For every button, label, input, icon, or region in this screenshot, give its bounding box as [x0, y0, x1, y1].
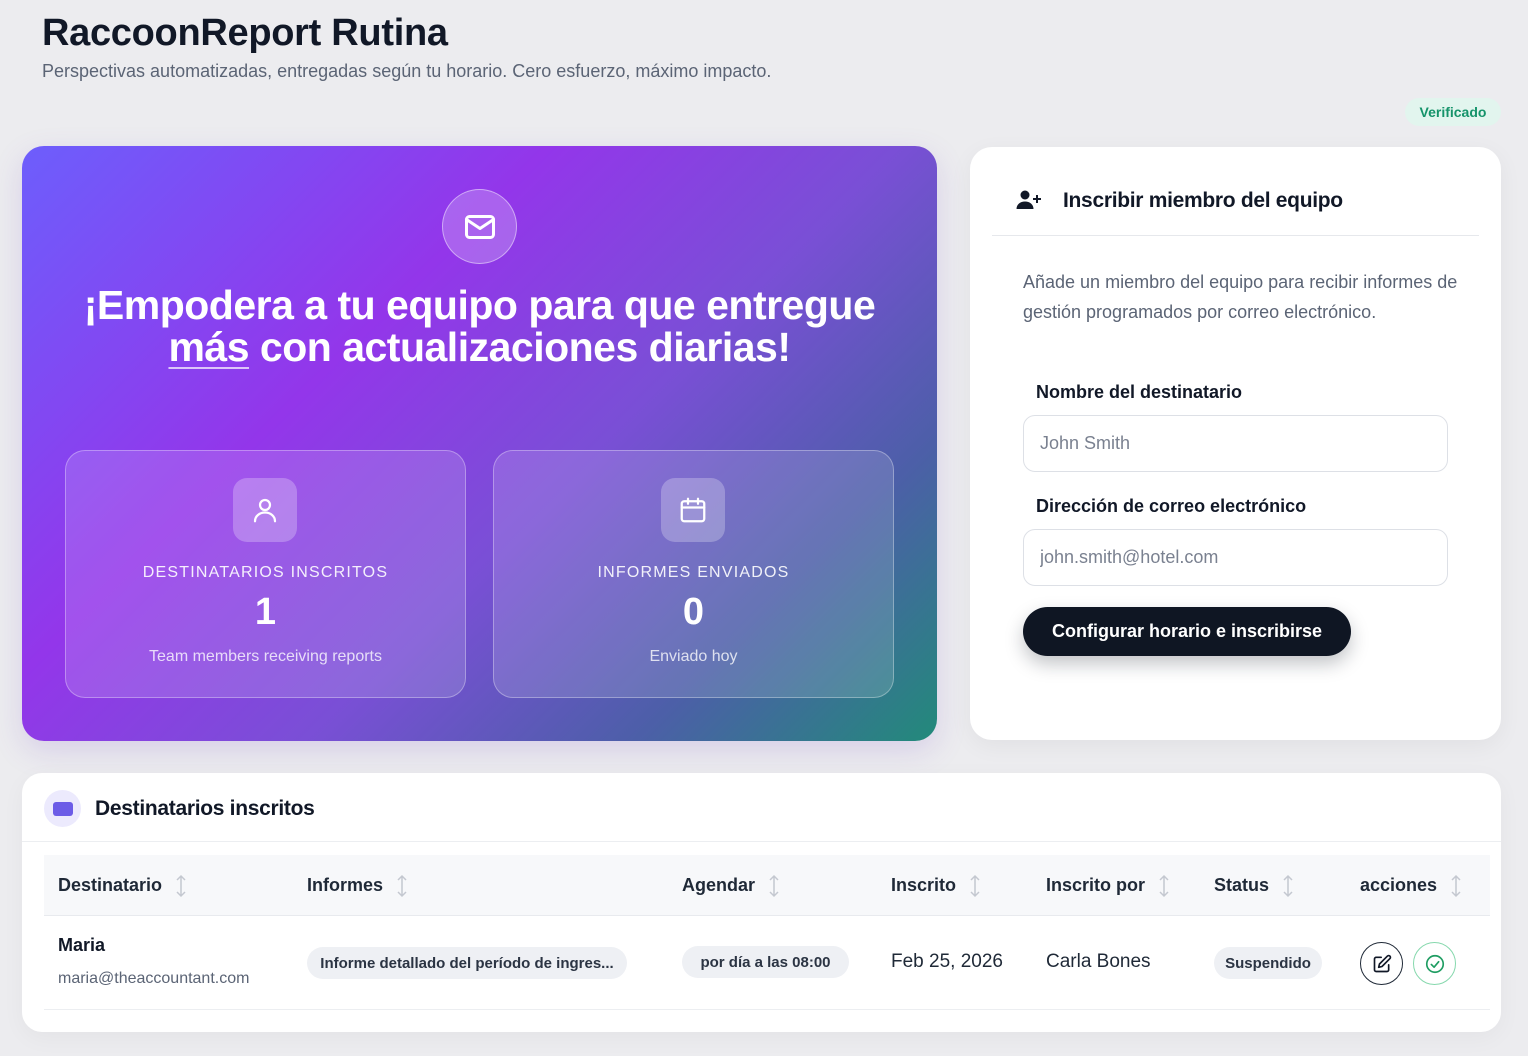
recipients-title: Destinatarios inscritos: [95, 797, 315, 820]
enrolled-by: Carla Bones: [1046, 951, 1151, 972]
sort-icon: [397, 874, 407, 897]
hero-headline-part2: con actualizaciones diarias!: [249, 324, 791, 370]
sort-icon: [769, 874, 779, 897]
recipient-email: maria@theaccountant.com: [58, 970, 250, 987]
email-input[interactable]: [1023, 529, 1448, 586]
recipient-name-input[interactable]: [1023, 415, 1448, 472]
column-label: Inscrito: [891, 875, 957, 895]
user-plus-icon: [1016, 190, 1041, 209]
column-header-actions[interactable]: acciones: [1360, 855, 1461, 916]
list-icon: [52, 801, 73, 816]
sort-icon: [970, 874, 980, 897]
column-header-status[interactable]: Status: [1214, 855, 1293, 916]
edit-icon: [1373, 954, 1391, 972]
hero-headline-part1: ¡Empodera a tu equipo para que entregue: [83, 282, 876, 328]
sort-icon: [1451, 874, 1461, 897]
sort-icon: [176, 874, 186, 897]
sort-icon: [1283, 874, 1293, 897]
stat-value: 1: [254, 591, 277, 633]
edit-button[interactable]: [1360, 942, 1403, 985]
stat-card-recipients: DESTINATARIOS INSCRITOS 1 Team members r…: [65, 450, 466, 698]
stat-label: INFORMES ENVIADOS: [597, 564, 790, 581]
recipient-name: Maria: [58, 935, 106, 955]
column-label: Informes: [307, 875, 384, 895]
enroll-title: Inscribir miembro del equipo: [1063, 189, 1343, 212]
activate-button[interactable]: [1413, 942, 1456, 985]
column-header-enrolled[interactable]: Inscrito: [891, 855, 980, 916]
stat-label: DESTINATARIOS INSCRITOS: [142, 564, 389, 581]
column-label: Agendar: [682, 875, 756, 895]
page-subtitle: Perspectivas automatizadas, entregadas s…: [42, 61, 772, 81]
email-label: Dirección de correo electrónico: [1036, 496, 1307, 516]
verified-badge: Verificado: [1405, 98, 1501, 126]
column-header-schedule[interactable]: Agendar: [682, 855, 779, 916]
status-badge: Suspendido: [1214, 947, 1322, 979]
hero-headline-emphasis: más: [168, 324, 250, 370]
stat-sublabel: Team members receiving reports: [149, 648, 382, 665]
table-row: Maria maria@theaccountant.com Informe de…: [44, 916, 1490, 1010]
mail-icon: [442, 189, 517, 264]
enroll-card-header: Inscribir miembro del equipo: [992, 147, 1479, 236]
page-title: RaccoonReport Rutina: [42, 12, 448, 54]
enrolled-date: Feb 25, 2026: [891, 951, 1003, 972]
page-header: RaccoonReport Rutina Perspectivas automa…: [42, 12, 771, 82]
check-circle-icon: [1425, 954, 1444, 973]
column-header-reports[interactable]: Informes: [307, 855, 407, 916]
recipients-card: Destinatarios inscritos Destinatario Inf…: [22, 773, 1501, 1032]
card-icon: [44, 790, 81, 827]
user-icon: [233, 478, 297, 542]
hero-banner: ¡Empodera a tu equipo para que entregue …: [22, 146, 937, 741]
table-header: Destinatario Informes Agendar Inscrito I…: [44, 855, 1490, 916]
calendar-icon: [661, 478, 725, 542]
column-header-recipient[interactable]: Destinatario: [58, 855, 186, 916]
stat-value: 0: [682, 591, 705, 633]
column-label: acciones: [1360, 875, 1438, 895]
recipients-card-header: Destinatarios inscritos: [22, 773, 1501, 842]
sort-icon: [1159, 874, 1169, 897]
report-pill: Informe detallado del período de ingres.…: [307, 947, 627, 979]
stat-sublabel: Enviado hoy: [649, 648, 738, 665]
enroll-description: Añade un miembro del equipo para recibir…: [1023, 272, 1458, 322]
hero-headline: ¡Empodera a tu equipo para que entregue …: [82, 284, 877, 368]
enroll-card: Inscribir miembro del equipo Añade un mi…: [970, 147, 1501, 740]
column-header-enrolled-by[interactable]: Inscrito por: [1046, 855, 1169, 916]
column-label: Status: [1214, 875, 1270, 895]
schedule-pill: por día a las 08:00: [682, 946, 849, 978]
recipient-name-label: Nombre del destinatario: [1036, 382, 1243, 402]
column-label: Destinatario: [58, 875, 163, 895]
schedule-enroll-button[interactable]: Configurar horario e inscribirse: [1023, 607, 1351, 656]
stat-card-reports: INFORMES ENVIADOS 0 Enviado hoy: [493, 450, 894, 698]
column-label: Inscrito por: [1046, 875, 1146, 895]
